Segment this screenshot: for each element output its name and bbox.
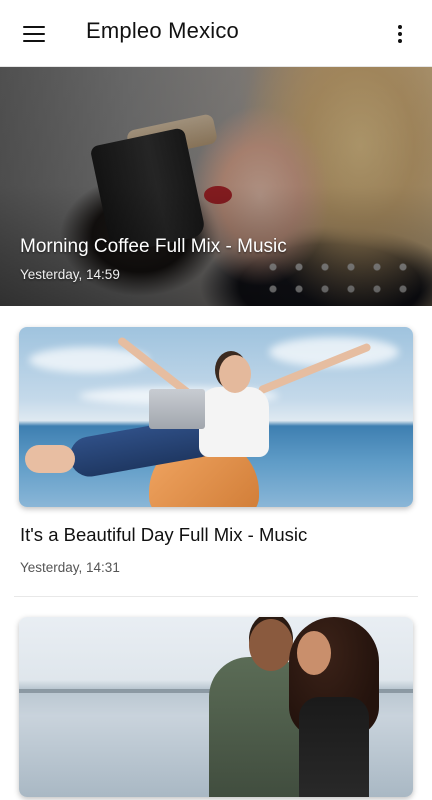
list-item-timestamp: Yesterday, 14:31 (20, 560, 120, 575)
app-bar: Empleo Mexico (0, 0, 432, 67)
hamburger-menu-icon (23, 26, 45, 42)
featured-title: Morning Coffee Full Mix - Music (20, 236, 287, 257)
more-vertical-icon (398, 25, 402, 29)
app-screen: Empleo Mexico Morning Coffee Full Mix - … (0, 0, 432, 800)
divider (14, 596, 418, 597)
list-item-title: It's a Beautiful Day Full Mix - Music (20, 524, 308, 545)
list-item-thumbnail (19, 617, 413, 797)
more-options-button[interactable] (380, 14, 420, 54)
featured-timestamp: Yesterday, 14:59 (20, 267, 120, 282)
featured-card[interactable]: Morning Coffee Full Mix - Music Yesterda… (0, 66, 432, 306)
list-item[interactable]: It's a Beautiful Day Full Mix - Music Ye… (0, 327, 432, 597)
list-item[interactable] (0, 617, 432, 800)
app-title: Empleo Mexico (86, 18, 239, 43)
list-item-thumbnail (19, 327, 413, 507)
menu-button[interactable] (14, 14, 54, 54)
